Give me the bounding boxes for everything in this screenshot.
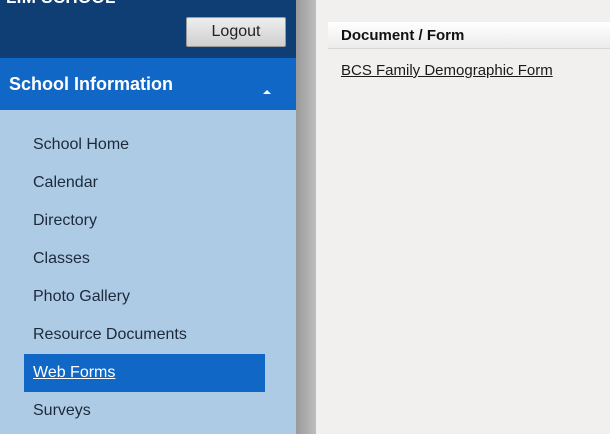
panel-divider[interactable] [296,0,316,434]
main-content: Document / Form BCS Family Demographic F… [316,0,610,434]
section-header-school-information[interactable]: School Information [0,58,296,110]
logout-button[interactable]: Logout [186,17,286,47]
collapse-caret-icon [263,90,271,94]
sidebar-item-calendar[interactable]: Calendar [24,164,265,202]
sidebar-nav-list: School Home Calendar Directory Classes P… [24,126,265,430]
sidebar-item-school-home[interactable]: School Home [24,126,265,164]
document-link-bcs-family-demographic-form[interactable]: BCS Family Demographic Form [341,62,553,79]
school-name: LIM SCHOOL [6,0,116,8]
sidebar-item-surveys[interactable]: Surveys [24,392,265,430]
section-title: School Information [9,74,173,94]
sidebar-item-web-forms[interactable]: Web Forms [24,354,265,392]
sidebar: LIM SCHOOL Logout School Information Sch… [0,0,296,434]
sidebar-item-photo-gallery[interactable]: Photo Gallery [24,278,265,316]
sidebar-item-classes[interactable]: Classes [24,240,265,278]
column-header-document-form: Document / Form [328,22,610,49]
sidebar-item-directory[interactable]: Directory [24,202,265,240]
sidebar-top-bar: LIM SCHOOL Logout [0,0,296,58]
sidebar-item-resource-documents[interactable]: Resource Documents [24,316,265,354]
